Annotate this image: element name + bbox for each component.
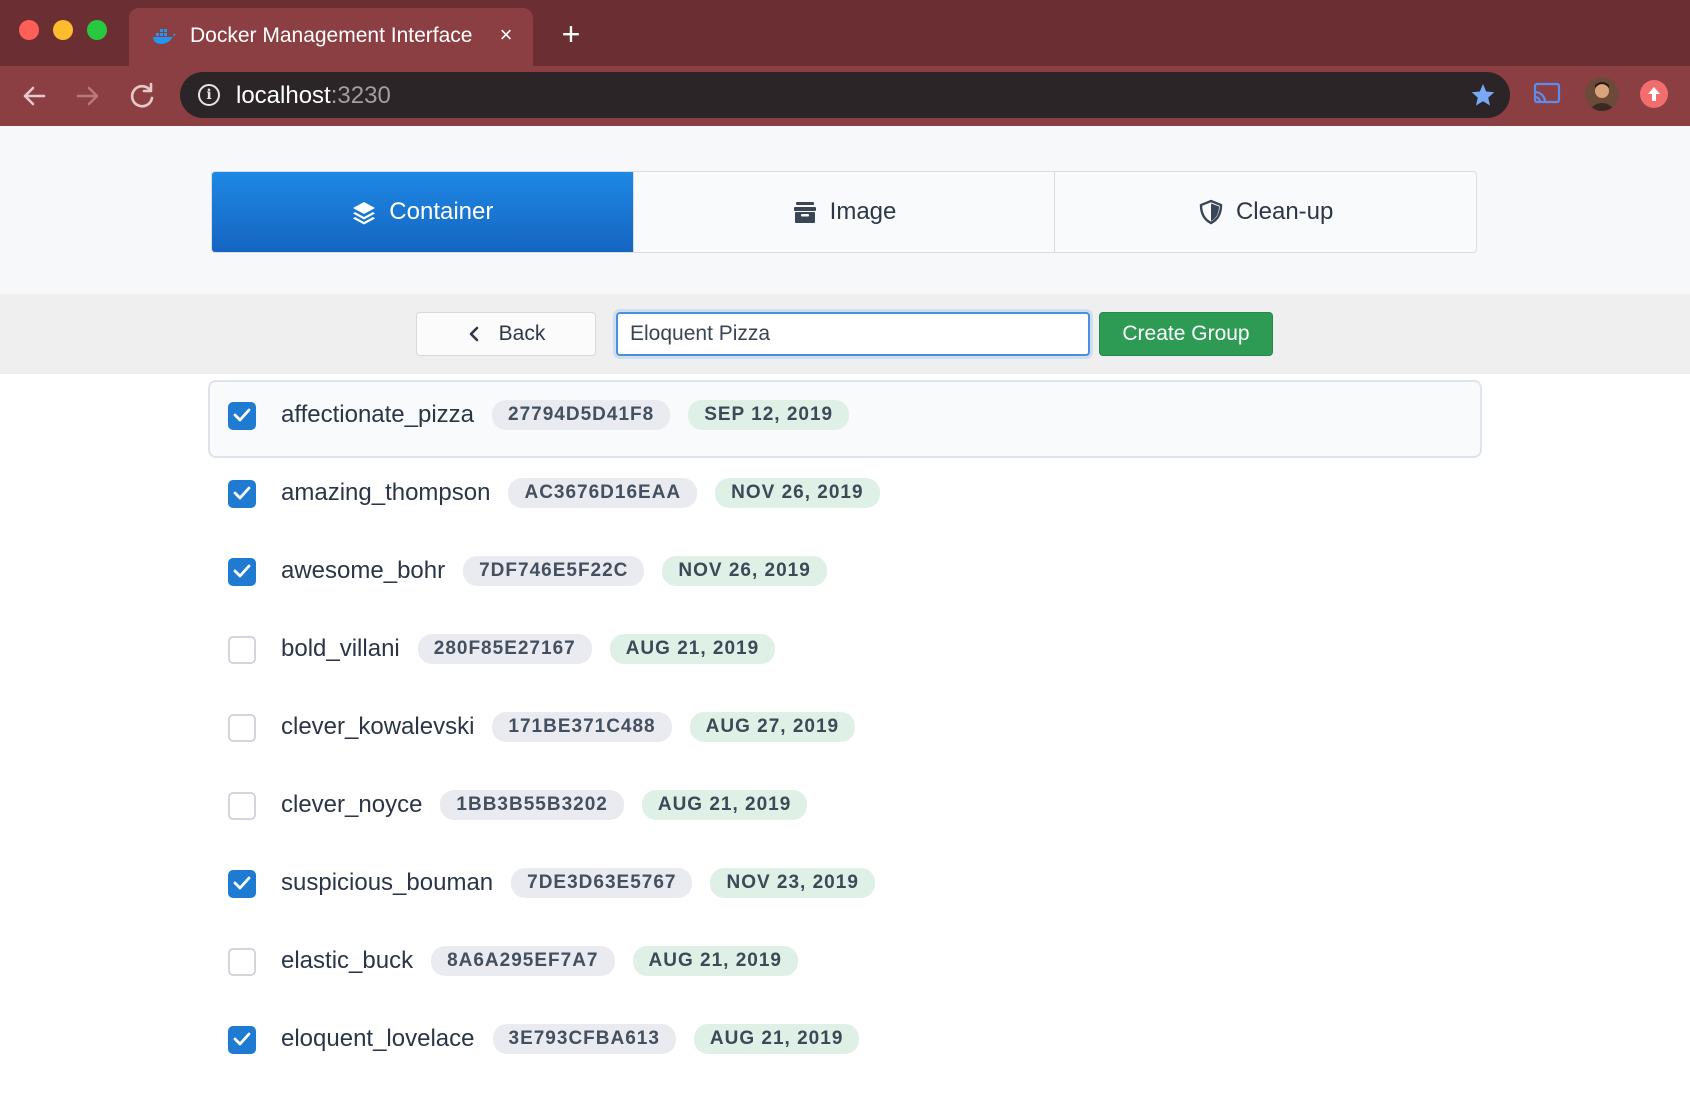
- main-tabs: Container Image Clean-up: [211, 171, 1477, 253]
- bookmark-star-icon[interactable]: [1470, 82, 1496, 108]
- tab-image[interactable]: Image: [634, 172, 1056, 252]
- profile-avatar[interactable]: [1585, 77, 1619, 111]
- container-row[interactable]: bold_villani 280F85E27167 AUG 21, 2019: [208, 614, 1482, 692]
- create-group-button[interactable]: Create Group: [1099, 312, 1273, 356]
- browser-tab[interactable]: Docker Management Interface ×: [129, 8, 533, 66]
- container-checkbox[interactable]: [228, 402, 256, 430]
- container-id-badge: 1BB3B55B3202: [440, 790, 624, 820]
- container-date-badge: NOV 26, 2019: [662, 556, 827, 586]
- archive-icon: [793, 202, 816, 223]
- tab-label: Image: [829, 198, 897, 225]
- reload-icon[interactable]: [124, 78, 160, 114]
- tab-container[interactable]: Container: [212, 172, 634, 252]
- container-id-badge: 7DE3D63E5767: [511, 868, 693, 898]
- container-row[interactable]: eloquent_lovelace 3E793CFBA613 AUG 21, 201…: [208, 1004, 1482, 1082]
- container-row[interactable]: amazing_thompson AC3676D16EAA NOV 26, 2019: [208, 458, 1482, 536]
- container-name: awesome_bohr: [281, 557, 446, 584]
- close-tab-icon[interactable]: ×: [493, 22, 519, 48]
- container-date-badge: AUG 21, 2019: [693, 1024, 860, 1054]
- container-info: clever_noyce 1BB3B55B3202 AUG 21, 2019: [281, 790, 808, 820]
- container-name: amazing_thompson: [281, 479, 491, 506]
- container-row[interactable]: clever_noyce 1BB3B55B3202 AUG 21, 2019: [208, 770, 1482, 848]
- back-button[interactable]: Back: [416, 312, 596, 356]
- container-name: suspicious_bouman: [281, 869, 494, 896]
- container-id-badge: 280F85E27167: [417, 634, 592, 664]
- container-date-badge: AUG 21, 2019: [632, 946, 798, 976]
- container-info: awesome_bohr 7DF746E5F22C NOV 26, 2019: [281, 556, 827, 586]
- group-action-bar: Back Create Group: [0, 294, 1690, 374]
- container-date-badge: AUG 21, 2019: [609, 634, 776, 664]
- container-row[interactable]: affectionate_pizza 27794D5D41F8 SEP 12, 20…: [208, 380, 1482, 458]
- container-checkbox[interactable]: [228, 558, 256, 586]
- container-date-badge: NOV 26, 2019: [715, 478, 880, 508]
- container-id-badge: 7DF746E5F22C: [463, 556, 645, 586]
- container-id-badge: 8A6A295EF7A7: [431, 946, 615, 976]
- tab-clean-up[interactable]: Clean-up: [1055, 172, 1476, 252]
- container-checkbox[interactable]: [228, 480, 256, 508]
- shield-icon: [1199, 199, 1223, 225]
- container-info: amazing_thompson AC3676D16EAA NOV 26, 2019: [281, 478, 880, 508]
- docker-whale-icon: [151, 26, 177, 48]
- container-checkbox[interactable]: [228, 1026, 256, 1054]
- container-row[interactable]: awesome_bohr 7DF746E5F22C NOV 26, 2019: [208, 536, 1482, 614]
- site-info-icon[interactable]: i: [198, 84, 220, 106]
- tab-label: Clean-up: [1235, 198, 1334, 225]
- container-name: clever_kowalevski: [281, 713, 475, 740]
- address-bar[interactable]: i localhost:3230: [180, 72, 1510, 118]
- browser-toolbar: i localhost:3230: [0, 66, 1690, 126]
- container-row[interactable]: clever_kowalevski 171BE371C488 AUG 27, 201…: [208, 692, 1482, 770]
- container-id-badge: 171BE371C488: [492, 712, 672, 742]
- container-info: affectionate_pizza 27794D5D41F8 SEP 12, 20…: [281, 400, 850, 430]
- chevron-left-icon: [469, 326, 478, 342]
- container-date-badge: NOV 23, 2019: [710, 868, 875, 898]
- container-name: elastic_buck: [281, 947, 414, 974]
- layers-icon: [353, 202, 376, 225]
- container-checkbox[interactable]: [228, 714, 256, 742]
- cast-icon[interactable]: [1532, 78, 1562, 108]
- container-info: suspicious_bouman 7DE3D63E5767 NOV 23, 201…: [281, 868, 875, 898]
- container-list: affectionate_pizza 27794D5D41F8 SEP 12, 20…: [208, 380, 1482, 1082]
- container-row[interactable]: suspicious_bouman 7DE3D63E5767 NOV 23, 201…: [208, 848, 1482, 926]
- container-info: eloquent_lovelace 3E793CFBA613 AUG 21, 201…: [281, 1024, 860, 1054]
- container-name: clever_noyce: [281, 791, 423, 818]
- browser-tab-bar: Docker Management Interface × +: [0, 0, 1690, 66]
- maximize-window-button[interactable]: [87, 20, 107, 40]
- new-tab-button[interactable]: +: [556, 18, 586, 50]
- container-name: bold_villani: [281, 635, 400, 662]
- close-window-button[interactable]: [19, 20, 39, 40]
- back-button-label: Back: [498, 322, 546, 345]
- container-name: affectionate_pizza: [281, 401, 475, 428]
- container-checkbox[interactable]: [228, 636, 256, 664]
- tab-title: Docker Management Interface: [190, 24, 473, 47]
- container-date-badge: AUG 27, 2019: [689, 712, 856, 742]
- update-arrow-icon[interactable]: [1640, 80, 1668, 108]
- container-info: elastic_buck 8A6A295EF7A7 AUG 21, 2019: [281, 946, 798, 976]
- container-checkbox[interactable]: [228, 870, 256, 898]
- container-checkbox[interactable]: [228, 948, 256, 976]
- url-text: localhost:3230: [236, 82, 391, 109]
- container-id-badge: 27794D5D41F8: [492, 400, 671, 430]
- forward-arrow-icon[interactable]: [70, 78, 106, 114]
- group-name-input[interactable]: [616, 312, 1090, 356]
- container-info: clever_kowalevski 171BE371C488 AUG 27, 201…: [281, 712, 856, 742]
- app-header: Container Image Clean-up: [0, 126, 1690, 294]
- container-checkbox[interactable]: [228, 792, 256, 820]
- container-id-badge: 3E793CFBA613: [492, 1024, 676, 1054]
- tab-label: Container: [389, 198, 494, 225]
- container-date-badge: SEP 12, 2019: [688, 400, 850, 430]
- back-arrow-icon[interactable]: [16, 78, 52, 114]
- container-date-badge: AUG 21, 2019: [641, 790, 808, 820]
- container-row[interactable]: elastic_buck 8A6A295EF7A7 AUG 21, 2019: [208, 926, 1482, 1004]
- minimize-window-button[interactable]: [53, 20, 73, 40]
- container-id-badge: AC3676D16EAA: [508, 478, 698, 508]
- container-info: bold_villani 280F85E27167 AUG 21, 2019: [281, 634, 776, 664]
- container-name: eloquent_lovelace: [281, 1025, 475, 1052]
